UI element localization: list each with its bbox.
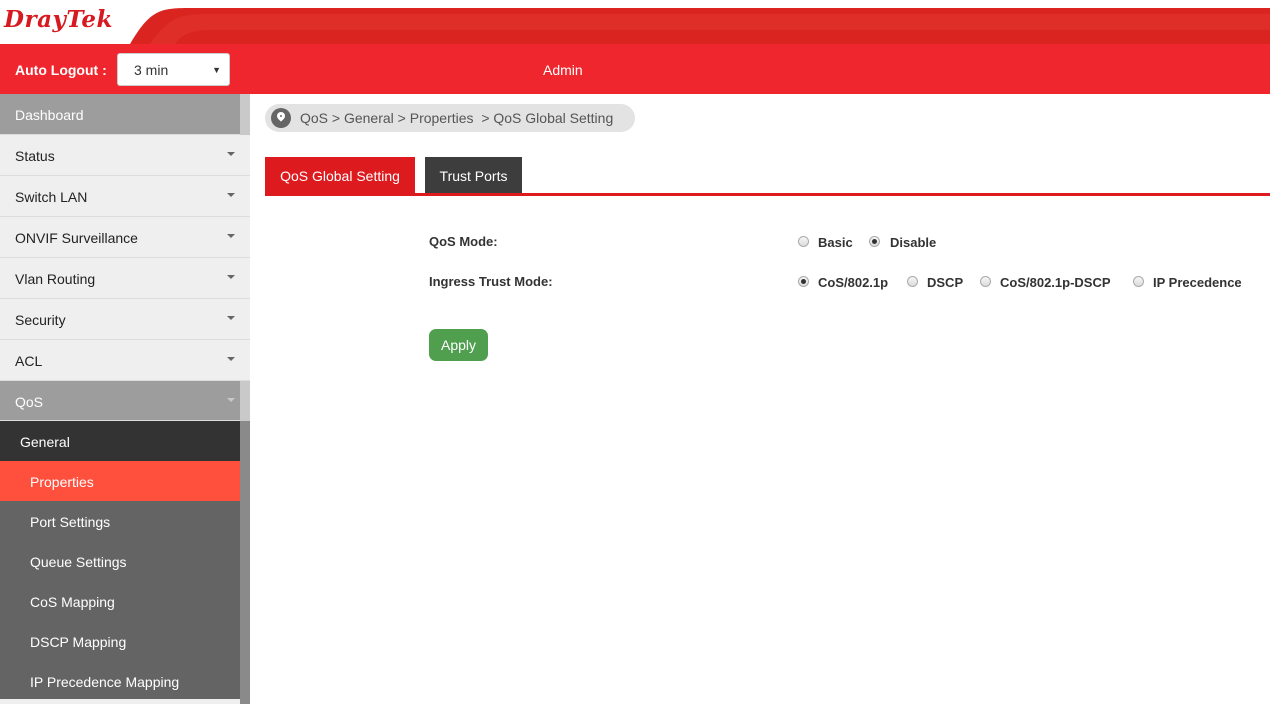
sidebar-item-vlan-routing[interactable]: Vlan Routing: [0, 258, 250, 299]
ingress-dscp-label[interactable]: DSCP: [927, 275, 963, 290]
sidebar-item-cos-mapping[interactable]: CoS Mapping: [0, 581, 250, 621]
sidebar-item-ip-precedence-mapping[interactable]: IP Precedence Mapping: [0, 661, 250, 699]
chevron-down-icon: ▼: [212, 65, 221, 75]
ingress-ip-precedence-radio[interactable]: [1133, 276, 1144, 287]
chevron-down-icon: [227, 234, 235, 238]
scrollbar[interactable]: [240, 381, 250, 421]
qos-mode-basic-label[interactable]: Basic: [818, 235, 853, 250]
chevron-down-icon: [227, 316, 235, 320]
chevron-down-icon: [227, 152, 235, 156]
ingress-dscp-radio[interactable]: [907, 276, 918, 287]
sidebar-item-acl[interactable]: ACL: [0, 340, 250, 381]
sidebar-item-qos[interactable]: QoS: [0, 381, 250, 421]
draytek-logo: DrayTek: [4, 6, 113, 33]
ingress-cos-dscp-radio[interactable]: [980, 276, 991, 287]
auto-logout-label: Auto Logout :: [15, 62, 107, 78]
sidebar-group-general[interactable]: General: [0, 421, 250, 461]
chevron-down-icon: [227, 398, 235, 402]
tab-trust-ports[interactable]: Trust Ports: [425, 157, 522, 193]
user-label: Admin: [543, 62, 583, 78]
scrollbar[interactable]: [240, 421, 250, 704]
sidebar-item-queue-settings[interactable]: Queue Settings: [0, 541, 250, 581]
sidebar-item-status[interactable]: Status: [0, 135, 250, 176]
top-bar: DrayTek: [0, 0, 1270, 44]
breadcrumb: QoS > General > Properties > QoS Global …: [265, 104, 635, 132]
ingress-cos-label[interactable]: CoS/802.1p: [818, 275, 888, 290]
qos-mode-basic-radio[interactable]: [798, 236, 809, 247]
auto-logout-value: 3 min: [134, 62, 169, 78]
nav-bar: Auto Logout : 3 min ▼ Admin: [0, 44, 1270, 94]
ingress-cos-dscp-label[interactable]: CoS/802.1p-DSCP: [1000, 275, 1111, 290]
scrollbar[interactable]: [240, 94, 250, 135]
ingress-ip-precedence-label[interactable]: IP Precedence: [1153, 275, 1242, 290]
chevron-down-icon: [227, 357, 235, 361]
breadcrumb-text: QoS > General > Properties > QoS Global …: [300, 110, 614, 126]
sidebar: Dashboard Status Switch LAN ONVIF Survei…: [0, 94, 250, 704]
apply-button[interactable]: Apply: [429, 329, 488, 361]
chevron-down-icon: [227, 193, 235, 197]
location-pin-icon: [271, 108, 291, 128]
qos-mode-label: QoS Mode:: [429, 234, 498, 249]
tab-qos-global-setting[interactable]: QoS Global Setting: [265, 157, 415, 193]
qos-mode-disable-label[interactable]: Disable: [890, 235, 936, 250]
sidebar-item-port-settings[interactable]: Port Settings: [0, 501, 250, 541]
tab-bar: QoS Global Setting Trust Ports: [265, 157, 1270, 196]
qos-mode-disable-radio[interactable]: [869, 236, 880, 247]
sidebar-item-onvif[interactable]: ONVIF Surveillance: [0, 217, 250, 258]
sidebar-item-properties[interactable]: Properties: [0, 461, 250, 501]
ingress-trust-mode-label: Ingress Trust Mode:: [429, 274, 553, 289]
brand-strip: [130, 8, 1270, 44]
sidebar-item-dscp-mapping[interactable]: DSCP Mapping: [0, 621, 250, 661]
chevron-down-icon: [227, 275, 235, 279]
sidebar-item-security[interactable]: Security: [0, 299, 250, 340]
sidebar-item-dashboard[interactable]: Dashboard: [0, 94, 250, 135]
ingress-cos-radio[interactable]: [798, 276, 809, 287]
auto-logout-select[interactable]: 3 min ▼: [117, 53, 230, 86]
sidebar-item-switch-lan[interactable]: Switch LAN: [0, 176, 250, 217]
